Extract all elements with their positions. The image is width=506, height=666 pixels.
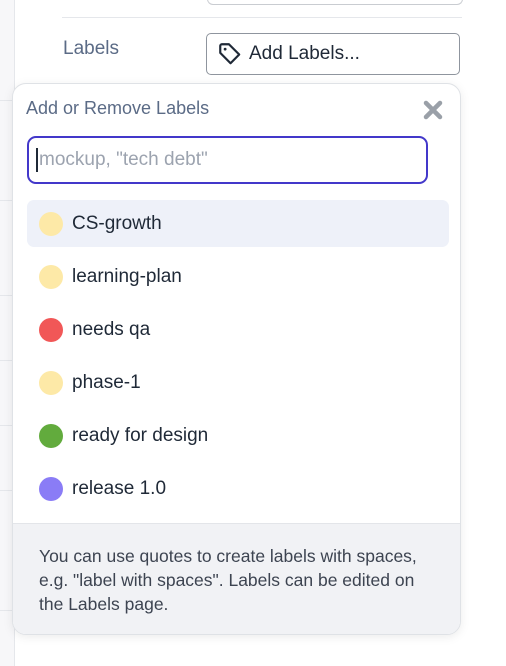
label-option[interactable]: CS-growth	[27, 200, 449, 247]
labels-field-caption: Labels	[63, 38, 119, 59]
label-list: CS-growth learning-plan needs qa phase-1 rea…	[27, 200, 449, 518]
label-option-text: ready for design	[72, 424, 209, 446]
label-option[interactable]: release 1.0	[27, 465, 449, 512]
label-option-text: learning-plan	[72, 265, 182, 287]
label-option[interactable]: needs qa	[27, 306, 449, 353]
tag-icon	[217, 41, 243, 67]
close-button[interactable]	[422, 99, 444, 121]
label-color-swatch	[39, 211, 63, 236]
label-option-text: phase-1	[72, 371, 141, 393]
text-caret	[36, 148, 38, 172]
label-option[interactable]: phase-1	[27, 359, 449, 406]
popover-title: Add or Remove Labels	[26, 98, 210, 118]
popover-footer: You can use quotes to create labels with…	[13, 523, 460, 634]
label-color-swatch	[39, 370, 63, 395]
add-labels-button-label: Add Labels...	[249, 43, 360, 64]
label-color-swatch	[39, 423, 63, 448]
label-option-text: CS-growth	[72, 212, 162, 234]
label-option[interactable]: learning-plan	[27, 253, 449, 300]
label-search-input[interactable]	[27, 136, 428, 184]
footer-note: You can use quotes to create labels with…	[39, 546, 417, 614]
label-color-swatch	[39, 476, 63, 501]
add-labels-button[interactable]: Add Labels...	[206, 33, 460, 75]
labels-popover: Add or Remove Labels CS-growth learning-p…	[12, 83, 461, 635]
label-option-text: needs qa	[72, 318, 151, 340]
label-option-text: release 1.0	[72, 477, 167, 499]
previous-field[interactable]	[207, 0, 463, 5]
section-divider	[62, 17, 462, 18]
label-color-swatch	[39, 317, 63, 342]
label-option[interactable]: ready for design	[27, 412, 449, 459]
close-icon	[422, 100, 444, 125]
label-color-swatch	[39, 264, 63, 289]
